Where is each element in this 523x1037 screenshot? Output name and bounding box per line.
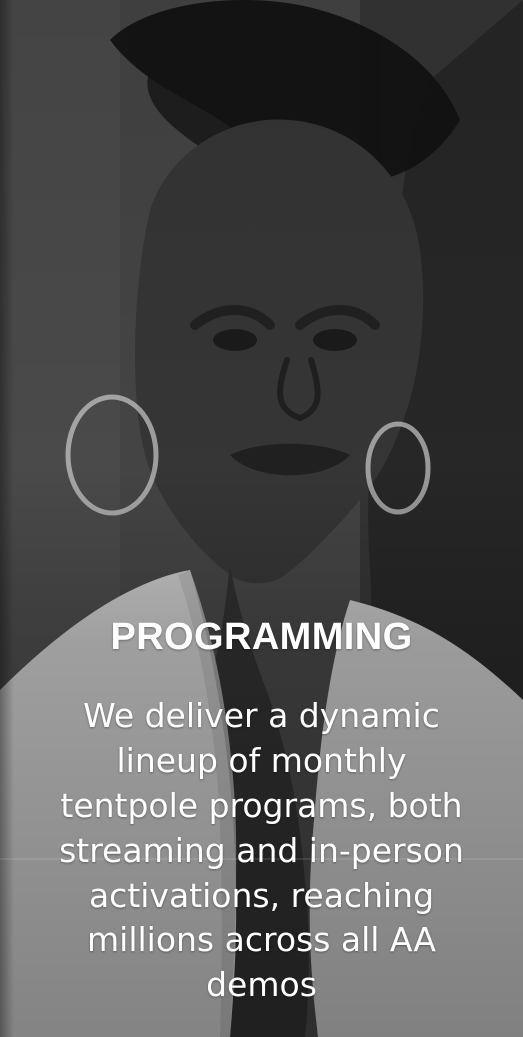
section-title: PROGRAMMING <box>110 616 413 658</box>
programming-text-block: PROGRAMMING We deliver a dynamic lineup … <box>0 618 523 1008</box>
programming-card: PROGRAMMING We deliver a dynamic lineup … <box>0 0 523 1037</box>
section-description: We deliver a dynamic lineup of monthly t… <box>59 696 464 1005</box>
